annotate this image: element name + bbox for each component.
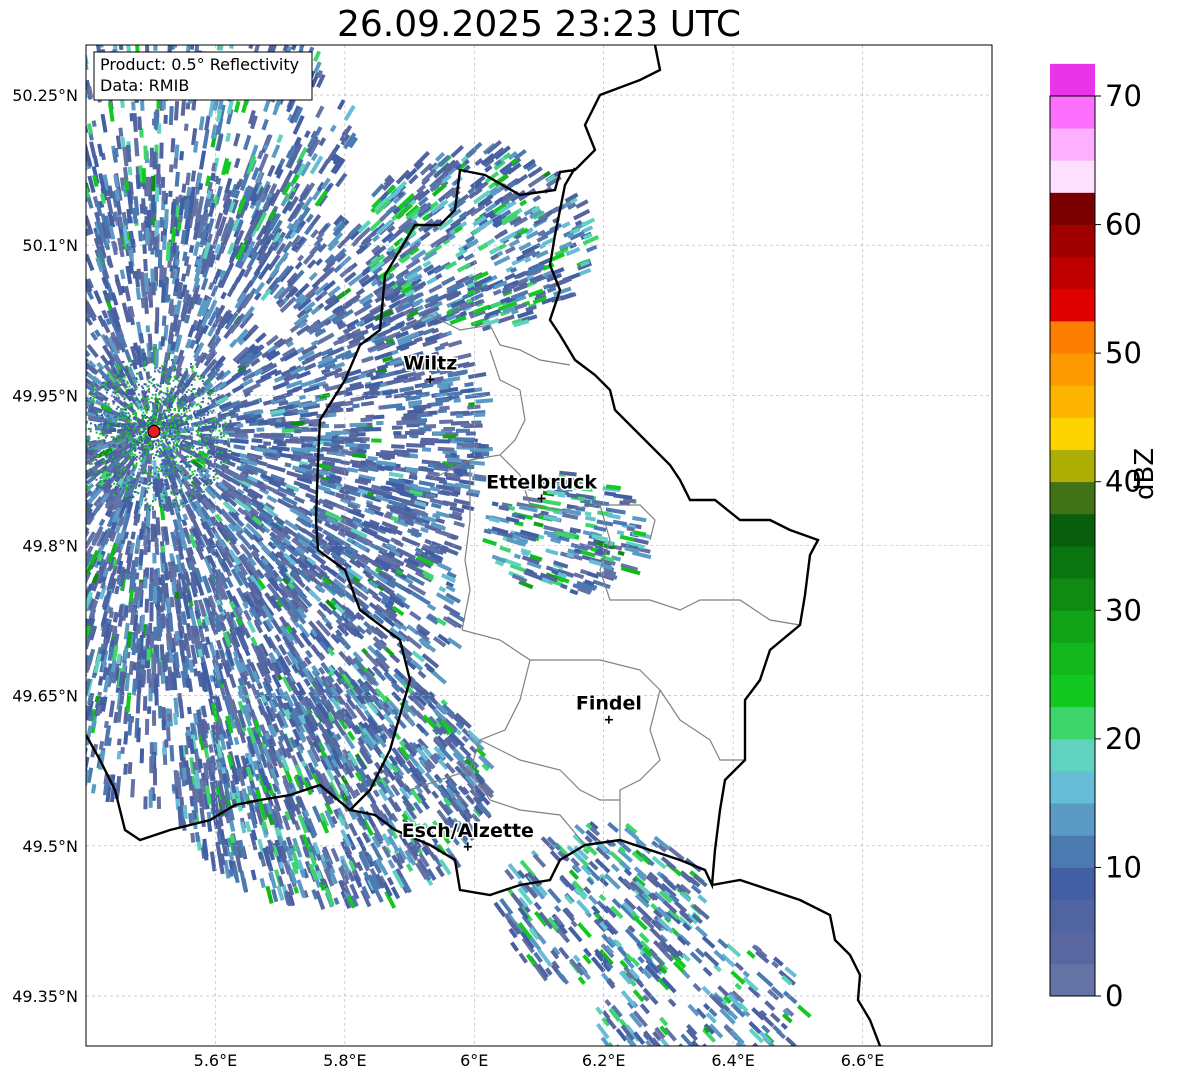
lon-tick-label: 6.2°E xyxy=(582,1051,626,1070)
longitude-tick-labels: 5.6°E 5.8°E 6°E 6.2°E 6.4°E 6.6°E xyxy=(194,1051,885,1070)
colorbar-bin xyxy=(1050,899,1095,933)
canton-boundary xyxy=(659,689,745,761)
colorbar-tick-label: 0 xyxy=(1105,979,1123,1013)
colorbar xyxy=(1049,63,1096,997)
radar-site-icon xyxy=(147,424,161,438)
colorbar-bin xyxy=(1050,835,1095,868)
colorbar-bin xyxy=(1050,738,1095,772)
radar-map: WiltzEttelbruckFindelEsch/Alzette 5.6°E 5… xyxy=(12,44,1142,1070)
colorbar-bin xyxy=(1050,867,1095,900)
lon-tick-label: 6.6°E xyxy=(841,1051,885,1070)
colorbar-tick-label: 70 xyxy=(1105,79,1142,113)
colorbar-bin xyxy=(1050,288,1095,322)
colorbar-bin xyxy=(1050,321,1095,354)
lat-tick-label: 49.95°N xyxy=(12,386,78,405)
colorbar-tick-label: 50 xyxy=(1105,336,1142,370)
lat-tick-label: 49.65°N xyxy=(12,687,78,706)
info-box: Product: 0.5° Reflectivity Data: RMIB xyxy=(93,51,313,101)
colorbar-bin xyxy=(1050,256,1095,290)
colorbar-bin xyxy=(1050,674,1095,708)
colorbar-bin xyxy=(1050,160,1095,193)
colorbar-bin xyxy=(1050,642,1095,675)
city-label: Ettelbruck xyxy=(486,471,597,493)
colorbar-bin xyxy=(1050,192,1095,225)
canton-boundary xyxy=(479,739,620,801)
city-findel: Findel xyxy=(574,691,643,724)
colorbar-bin xyxy=(1050,803,1095,836)
data-source-text: Data: RMIB xyxy=(100,76,189,95)
colorbar-bin xyxy=(1050,610,1095,643)
product-text: Product: 0.5° Reflectivity xyxy=(100,55,299,74)
lon-tick-label: 6.4°E xyxy=(711,1051,755,1070)
colorbar-tick-labels: 010203040506070 xyxy=(1095,79,1142,1013)
colorbar-bin xyxy=(1050,417,1095,450)
colorbar-bin xyxy=(1050,963,1095,997)
radar-site-marker xyxy=(147,424,161,438)
colorbar-bin xyxy=(1050,128,1095,161)
colorbar-bin xyxy=(1050,931,1095,965)
canton-boundary xyxy=(461,629,661,691)
city-label: Findel xyxy=(576,693,642,715)
colorbar-bin xyxy=(1050,353,1095,386)
colorbar-tick-label: 10 xyxy=(1105,850,1142,884)
colorbar-bin xyxy=(1050,706,1095,740)
colorbar-bin xyxy=(1050,578,1095,611)
colorbar-tick-label: 60 xyxy=(1105,208,1142,242)
canton-boundary xyxy=(599,504,801,626)
colorbar-tick-label: 20 xyxy=(1105,722,1142,756)
city-label: Esch/Alzette xyxy=(402,820,534,842)
lon-tick-label: 6°E xyxy=(460,1051,488,1070)
colorbar-tick-label: 30 xyxy=(1105,593,1142,627)
lat-tick-label: 49.5°N xyxy=(22,837,78,856)
lat-tick-label: 50.25°N xyxy=(12,86,78,105)
colorbar-bin xyxy=(1050,481,1095,515)
lat-tick-label: 50.1°N xyxy=(22,236,78,255)
lat-tick-label: 49.35°N xyxy=(12,987,78,1006)
colorbar-label: dBZ xyxy=(1130,447,1160,500)
city-label: Wiltz xyxy=(403,352,457,374)
colorbar-bin xyxy=(1050,546,1095,579)
colorbar-bin xyxy=(1050,449,1095,483)
colorbar-bin xyxy=(1050,224,1095,258)
colorbar-bin xyxy=(1050,385,1095,418)
lat-tick-label: 49.8°N xyxy=(22,537,78,556)
latitude-tick-labels: 50.25°N 50.1°N 49.95°N 49.8°N 49.65°N 49.5°N 4… xyxy=(12,86,78,1006)
lon-tick-label: 5.8°E xyxy=(323,1051,367,1070)
colorbar-bin xyxy=(1050,63,1095,97)
colorbar-bin xyxy=(1050,96,1095,129)
city-marker-icon xyxy=(604,715,613,724)
colorbar-bin xyxy=(1050,771,1095,804)
lon-tick-label: 5.6°E xyxy=(194,1051,238,1070)
radar-echoes xyxy=(86,45,812,1046)
colorbar-bin xyxy=(1050,513,1095,547)
